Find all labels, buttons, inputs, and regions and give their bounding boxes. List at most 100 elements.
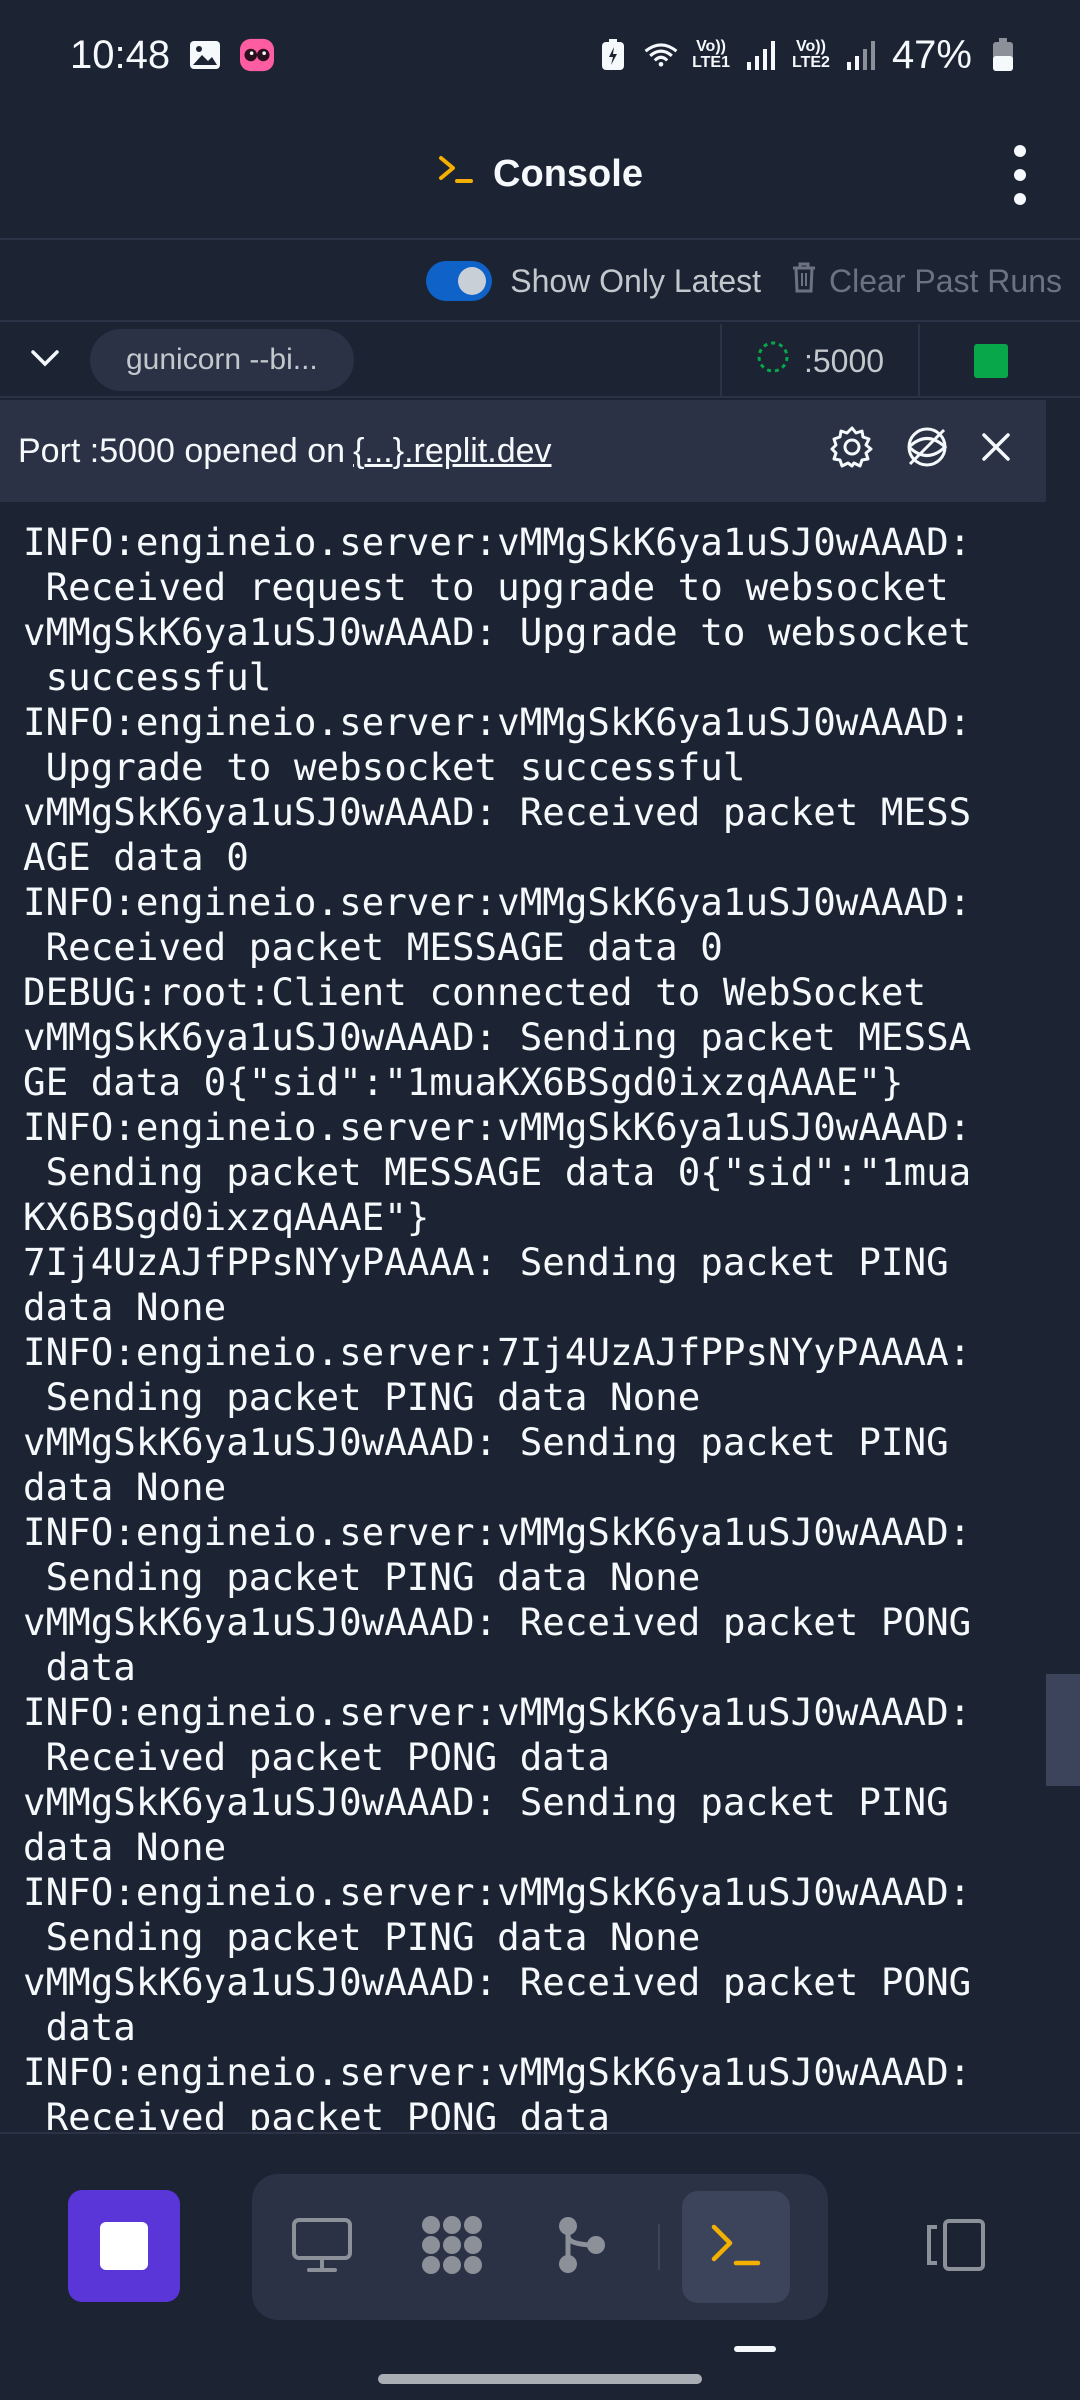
page-title-text: Console xyxy=(493,152,643,195)
bottom-toolbar xyxy=(0,2132,1080,2400)
run-command-text: gunicorn --bi... xyxy=(126,343,318,376)
log-line: vMMgSkK6ya1uSJ0wAAAD: Sending packet PIN… xyxy=(23,1780,949,1824)
more-options-button[interactable] xyxy=(1000,145,1040,205)
settings-gear-icon[interactable] xyxy=(830,425,874,478)
log-line: data xyxy=(23,1645,136,1689)
log-line: data None xyxy=(23,1465,227,1509)
battery-icon xyxy=(986,38,1020,72)
log-line: data None xyxy=(23,1825,227,1869)
log-line: INFO:engineio.server:vMMgSkK6ya1uSJ0wAAA… xyxy=(23,1510,972,1554)
status-bar-right: Vo)) LTE1 Vo)) LTE2 47% xyxy=(596,33,1020,78)
log-line: vMMgSkK6ya1uSJ0wAAAD: Upgrade to websock… xyxy=(23,610,972,654)
log-line: INFO:engineio.server:vMMgSkK6ya1uSJ0wAAA… xyxy=(23,700,972,744)
page-title: Console xyxy=(437,152,643,196)
log-line: KX6BSgd0ixzqAAAE"} xyxy=(23,1195,430,1239)
split-panel-button[interactable] xyxy=(918,2214,994,2280)
close-icon[interactable] xyxy=(980,431,1012,472)
battery-saver-icon xyxy=(596,38,630,72)
volte2-text: Vo)) xyxy=(796,38,826,55)
packages-tab[interactable] xyxy=(398,2191,506,2303)
stop-run-button[interactable] xyxy=(68,2190,180,2302)
log-line: data xyxy=(23,2005,136,2049)
log-line: INFO:engineio.server:vMMgSkK6ya1uSJ0wAAA… xyxy=(23,1870,972,1914)
log-line: vMMgSkK6ya1uSJ0wAAAD: Sending packet PIN… xyxy=(23,1420,949,1464)
gallery-notification-icon xyxy=(188,38,222,72)
battery-percent: 47% xyxy=(891,32,972,77)
webview-icon xyxy=(291,2217,353,2278)
log-line: INFO:engineio.server:vMMgSkK6ya1uSJ0wAAA… xyxy=(23,1105,972,1149)
git-icon xyxy=(556,2216,608,2279)
status-bar: 10:48 Vo)) LTE1 Vo)) LTE2 47% xyxy=(0,0,1080,110)
log-line: successful xyxy=(23,655,272,699)
log-line: vMMgSkK6ya1uSJ0wAAAD: Received packet ME… xyxy=(23,790,972,834)
hide-eye-slash-icon[interactable] xyxy=(904,424,950,479)
console-output[interactable]: INFO:engineio.server:vMMgSkK6ya1uSJ0wAAA… xyxy=(0,520,1046,2130)
log-line: INFO:engineio.server:7Ij4UzAJfPPsNYyPAAA… xyxy=(23,1330,972,1374)
gesture-bar[interactable] xyxy=(378,2374,702,2384)
log-line: GE data 0{"sid":"1muaKX6BSgd0ixzqAAAE"} xyxy=(23,1060,904,1104)
chevron-down-icon xyxy=(30,348,60,373)
terminal-prompt-icon xyxy=(437,152,475,196)
show-only-latest-toggle[interactable] xyxy=(426,261,493,301)
log-line: AGE data 0 xyxy=(23,835,249,879)
port-indicator[interactable]: :5000 xyxy=(720,324,920,398)
sim1-label: Vo)) LTE1 xyxy=(692,39,730,71)
log-line: Upgrade to websocket successful xyxy=(23,745,746,789)
packages-icon xyxy=(417,2213,487,2282)
log-line: vMMgSkK6ya1uSJ0wAAAD: Received packet PO… xyxy=(23,1960,972,2004)
git-tab[interactable] xyxy=(528,2191,636,2303)
console-scrollbar-thumb[interactable] xyxy=(1046,1674,1080,1786)
split-panel-icon xyxy=(923,2217,989,2278)
log-line: vMMgSkK6ya1uSJ0wAAAD: Sending packet MES… xyxy=(23,1015,972,1059)
port-opened-banner: Port :5000 opened on {...}.replit.dev xyxy=(0,400,1046,502)
more-dot-icon xyxy=(1014,145,1026,157)
log-line: Sending packet PING data None xyxy=(23,1915,701,1959)
log-line: INFO:engineio.server:vMMgSkK6ya1uSJ0wAAA… xyxy=(23,880,972,924)
lte1-text: LTE1 xyxy=(692,54,730,71)
port-opened-text: Port :5000 opened on xyxy=(18,431,346,470)
run-status-indicator xyxy=(974,344,1008,378)
stop-icon xyxy=(100,2222,148,2270)
log-line: Sending packet PING data None xyxy=(23,1375,701,1419)
console-icon xyxy=(710,2221,762,2274)
run-row: gunicorn --bi... :5000 xyxy=(0,324,1080,398)
active-tab-indicator xyxy=(734,2346,776,2352)
clear-past-runs-button[interactable]: Clear Past Runs xyxy=(791,261,1062,301)
console-header: Console xyxy=(0,110,1080,240)
collapse-run-button[interactable] xyxy=(0,323,90,397)
toggle-knob xyxy=(458,267,487,295)
wifi-icon xyxy=(644,38,678,72)
log-line: INFO:engineio.server:vMMgSkK6ya1uSJ0wAAA… xyxy=(23,1690,972,1734)
signal2-icon xyxy=(844,38,878,72)
more-dot-icon xyxy=(1014,193,1026,205)
tools-dock xyxy=(252,2174,828,2320)
webview-tab[interactable] xyxy=(268,2191,376,2303)
console-tab[interactable] xyxy=(681,2191,790,2303)
port-text: :5000 xyxy=(803,342,885,379)
more-dot-icon xyxy=(1014,169,1026,181)
log-line: Sending packet PING data None xyxy=(23,1555,701,1599)
lte2-text: LTE2 xyxy=(792,54,830,71)
loading-circle-icon xyxy=(756,340,790,382)
log-line: INFO:engineio.server:vMMgSkK6ya1uSJ0wAAA… xyxy=(23,520,972,564)
show-only-latest-toggle-group[interactable]: Show Only Latest xyxy=(426,261,761,301)
status-bar-left: 10:48 xyxy=(70,33,275,78)
log-line: data None xyxy=(23,1285,227,1329)
run-command-pill[interactable]: gunicorn --bi... xyxy=(90,329,354,391)
log-line: Received packet PONG data xyxy=(23,2095,610,2130)
log-line: DEBUG:root:Client connected to WebSocket xyxy=(23,970,927,1014)
console-toolbar: Show Only Latest Clear Past Runs xyxy=(0,242,1080,322)
log-line: Received packet PONG data xyxy=(23,1735,610,1779)
signal1-icon xyxy=(744,38,778,72)
log-line: vMMgSkK6ya1uSJ0wAAAD: Received packet PO… xyxy=(23,1600,972,1644)
trash-icon xyxy=(791,261,817,301)
log-line: Sending packet MESSAGE data 0{"sid":"1mu… xyxy=(23,1150,972,1194)
log-line: Received request to upgrade to websocket xyxy=(23,565,949,609)
dock-separator xyxy=(658,2224,660,2270)
app-notification-icon xyxy=(240,38,275,72)
log-line: Received packet MESSAGE data 0 xyxy=(23,925,723,969)
sim2-label: Vo)) LTE2 xyxy=(792,39,830,71)
replit-dev-link[interactable]: {...}.replit.dev xyxy=(353,432,551,471)
clear-past-runs-label: Clear Past Runs xyxy=(829,262,1062,299)
log-line: INFO:engineio.server:vMMgSkK6ya1uSJ0wAAA… xyxy=(23,2050,972,2094)
